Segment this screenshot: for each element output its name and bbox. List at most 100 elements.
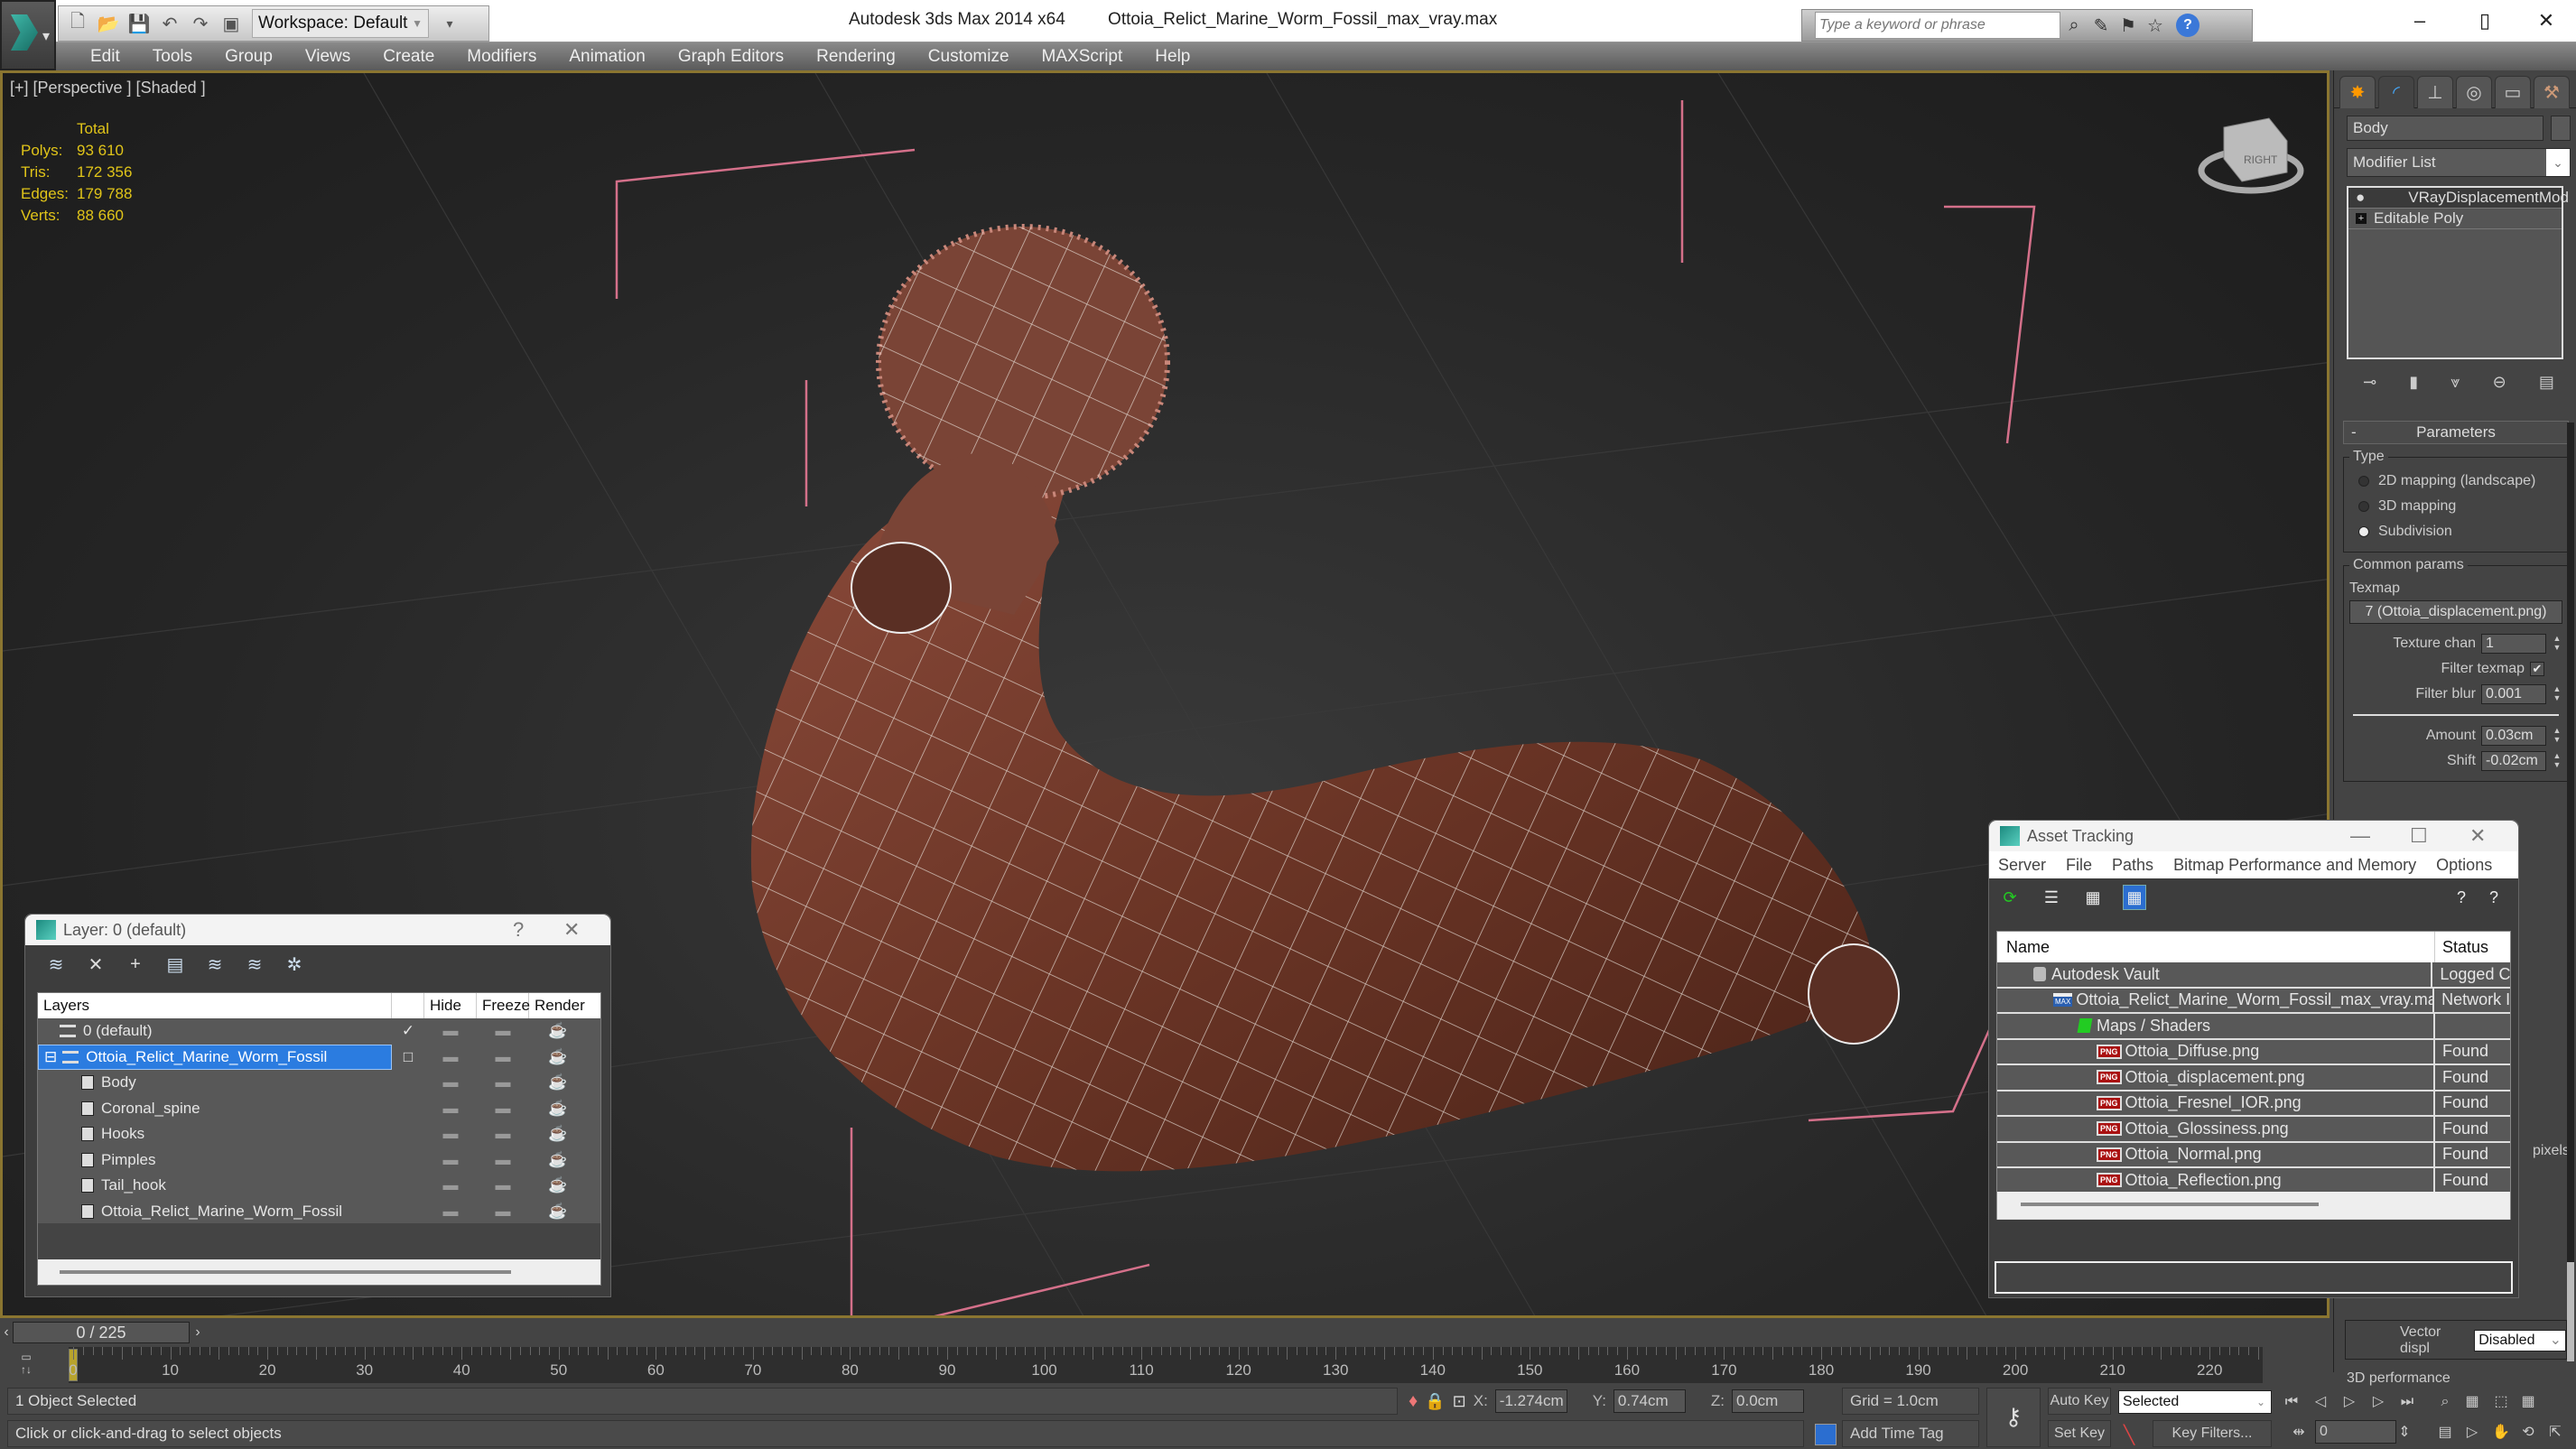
help-button[interactable]: ? xyxy=(513,918,524,942)
z-coordinate-field[interactable]: 0.0cm xyxy=(1732,1389,1805,1413)
collapse-icon[interactable]: ⊟ xyxy=(44,1048,57,1066)
key-mode-toggle-icon[interactable]: ⇹ xyxy=(2286,1420,2311,1445)
hide-toggle[interactable]: ▬ xyxy=(424,1203,477,1221)
col-render[interactable]: Render xyxy=(529,993,587,1018)
customize-toolbar-icon[interactable]: ▾ xyxy=(440,13,460,34)
make-unique-icon[interactable]: ⩔ xyxy=(2450,373,2460,392)
render-teapot-icon[interactable]: ☕ xyxy=(529,1125,587,1143)
freeze-toggle[interactable]: ▬ xyxy=(477,1151,529,1169)
freeze-toggle[interactable]: ▬ xyxy=(477,1125,529,1143)
freeze-toggle[interactable]: ▬ xyxy=(477,1176,529,1194)
object-row[interactable]: Pimples ▬ ▬ ☕ xyxy=(38,1147,600,1174)
radio-3d-mapping[interactable]: 3D mapping xyxy=(2349,494,2562,519)
menu-customize[interactable]: Customize xyxy=(912,47,1026,67)
menu-server[interactable]: Server xyxy=(1998,856,2046,875)
refresh-icon[interactable]: ⟳ xyxy=(1998,885,2022,910)
hide-toggle[interactable]: ▬ xyxy=(424,1022,477,1040)
amount-spinner[interactable]: 0.03cm xyxy=(2481,726,2546,746)
curve-editor-icon[interactable]: ▭ ↑↓ xyxy=(13,1351,40,1379)
play-icon[interactable]: ▷ xyxy=(2337,1389,2362,1415)
object-name-field[interactable]: Body xyxy=(2347,116,2543,141)
workspace-select[interactable]: Workspace: Default ▼ xyxy=(252,9,429,38)
stack-item[interactable]: + Editable Poly xyxy=(2348,209,2562,229)
freeze-toggle[interactable]: ▬ xyxy=(477,1048,529,1066)
object-row[interactable]: Body ▬ ▬ ☕ xyxy=(38,1070,600,1096)
help-icon[interactable]: ? xyxy=(2176,14,2199,37)
auto-key-button[interactable]: Auto Key xyxy=(2048,1388,2111,1415)
key-mode-dropdown[interactable]: Selected ⌄ xyxy=(2118,1390,2272,1414)
vector-displ-dropdown[interactable]: Disabled ⌄ xyxy=(2474,1330,2566,1351)
set-keys-key-icon[interactable]: ⚷ xyxy=(1986,1388,2041,1447)
texture-chan-spinner[interactable]: 1 xyxy=(2481,634,2546,654)
configure-sets-icon[interactable]: ▤ xyxy=(2539,373,2554,392)
maximize-viewport-icon[interactable]: ⇱ xyxy=(2543,1420,2568,1445)
current-frame-field[interactable]: 0 xyxy=(2315,1420,2396,1444)
modifier-list-dropdown[interactable]: Modifier List ⌄ xyxy=(2347,148,2571,177)
selection-lock-icon[interactable]: 🔒 xyxy=(1425,1392,1445,1411)
spinner-arrows[interactable]: ▲ ▼ xyxy=(2552,634,2562,654)
trackbar[interactable]: ▭ ↑↓ 0 10 20 30 40 50 60 70 80 90 100 110 120 130 140 15… xyxy=(0,1345,2333,1387)
menu-views[interactable]: Views xyxy=(289,47,367,67)
undo-icon[interactable]: ↶ xyxy=(160,13,180,34)
render-teapot-icon[interactable]: ☕ xyxy=(529,1073,587,1091)
render-teapot-icon[interactable]: ☕ xyxy=(529,1151,587,1169)
filter-texmap-checkbox[interactable]: ✔ xyxy=(2530,662,2544,676)
menu-animation[interactable]: Animation xyxy=(553,47,662,67)
hierarchy-tab-icon[interactable]: ⊥ xyxy=(2417,76,2453,108)
menu-file[interactable]: File xyxy=(2066,856,2092,875)
menu-create[interactable]: Create xyxy=(367,47,451,67)
panel-scrollbar[interactable] xyxy=(2567,423,2574,1361)
dialog-titlebar[interactable]: Asset Tracking — ☐ ✕ xyxy=(1989,821,2518,851)
hide-toggle[interactable]: ▬ xyxy=(424,1073,477,1091)
utilities-tab-icon[interactable]: ⚒ xyxy=(2534,76,2570,108)
tree-view-icon[interactable]: ▦ xyxy=(2081,885,2105,910)
zoom-icon[interactable]: ⌕ xyxy=(2432,1389,2458,1415)
close-button[interactable]: ✕ xyxy=(563,918,580,942)
create-tab-icon[interactable]: ✸ xyxy=(2339,76,2376,108)
hide-toggle[interactable]: ▬ xyxy=(424,1176,477,1194)
select-layer-icon[interactable]: ≋ xyxy=(204,953,226,975)
isolate-selection-icon[interactable]: ♦ xyxy=(1409,1391,1418,1412)
viewcube[interactable]: RIGHT xyxy=(2188,100,2314,200)
menu-graph-editors[interactable]: Graph Editors xyxy=(662,47,800,67)
expand-plus-icon[interactable]: + xyxy=(2356,213,2367,224)
new-file-icon[interactable]: 🗋 xyxy=(68,12,88,34)
favorites-star-icon[interactable]: ☆ xyxy=(2142,14,2169,37)
asset-row[interactable]: Maps / Shaders xyxy=(1997,1014,2510,1040)
y-coordinate-field[interactable]: 0.74cm xyxy=(1613,1389,1686,1413)
highlight-layer-icon[interactable]: ≋ xyxy=(244,953,265,975)
horizontal-scrollbar[interactable] xyxy=(38,1259,600,1285)
freeze-toggle[interactable]: ▬ xyxy=(477,1100,529,1118)
object-row[interactable]: Ottoia_Relict_Marine_Worm_Fossil ▬ ▬ ☕ xyxy=(38,1199,600,1225)
viewport-label[interactable]: [+] [Perspective ] [Shaded ] xyxy=(10,79,206,98)
next-frame-arrow[interactable]: › xyxy=(191,1322,204,1343)
track[interactable]: 0 10 20 30 40 50 60 70 80 90 100 110 120 130 140 150 160… xyxy=(69,1347,2263,1383)
hide-freeze-all-icon[interactable]: ✲ xyxy=(284,953,305,975)
render-teapot-icon[interactable]: ☕ xyxy=(529,1203,587,1221)
rollout-header[interactable]: - Parameters xyxy=(2343,421,2569,444)
hide-toggle[interactable]: ▬ xyxy=(424,1100,477,1118)
object-color-swatch[interactable] xyxy=(2551,116,2571,141)
menu-rendering[interactable]: Rendering xyxy=(800,47,912,67)
shift-spinner[interactable]: -0.02cm xyxy=(2481,751,2546,771)
display-tab-icon[interactable]: ▭ xyxy=(2495,76,2531,108)
field-of-view-icon[interactable]: ▷ xyxy=(2460,1420,2485,1445)
communication-icon[interactable]: ✎ xyxy=(2088,14,2115,37)
spinner-arrows[interactable]: ▲ ▼ xyxy=(2552,726,2562,746)
render-teapot-icon[interactable]: ☕ xyxy=(529,1176,587,1194)
add-to-layer-icon[interactable]: + xyxy=(125,953,146,975)
spinner-arrows[interactable]: ⇕ xyxy=(2398,1420,2411,1445)
hide-toggle[interactable]: ▬ xyxy=(424,1048,477,1066)
orbit-icon[interactable]: ⟲ xyxy=(2516,1420,2541,1445)
table-view-icon[interactable]: ▦ xyxy=(2123,885,2146,910)
menu-help[interactable]: Help xyxy=(1139,47,1206,67)
spinner-arrows[interactable]: ▲ ▼ xyxy=(2552,751,2562,771)
minimize-button[interactable]: — xyxy=(2350,824,2370,848)
zoom-extents-icon[interactable]: ⬚ xyxy=(2488,1389,2514,1415)
col-status[interactable]: Status xyxy=(2435,938,2488,957)
radio-subdivision[interactable]: Subdivision xyxy=(2349,519,2562,544)
show-end-result-icon[interactable]: ▮ xyxy=(2409,373,2418,392)
delete-layer-icon[interactable]: ✕ xyxy=(85,953,107,975)
layer-row[interactable]: ⊟ Ottoia_Relict_Marine_Worm_Fossil □ ▬ ▬ ☕ xyxy=(38,1044,600,1070)
render-teapot-icon[interactable]: ☕ xyxy=(529,1100,587,1118)
